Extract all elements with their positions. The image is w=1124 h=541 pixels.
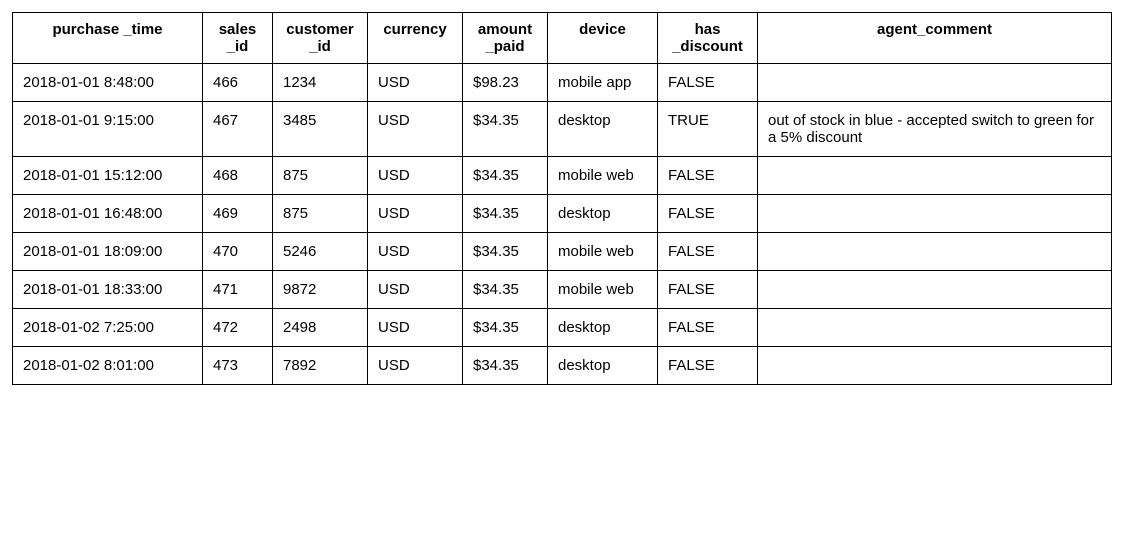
cell-purchase-time: 2018-01-01 16:48:00: [13, 195, 203, 233]
cell-purchase-time: 2018-01-02 8:01:00: [13, 347, 203, 385]
cell-sales-id: 468: [203, 157, 273, 195]
cell-currency: USD: [368, 271, 463, 309]
cell-amount-paid: $34.35: [463, 195, 548, 233]
cell-device: mobile app: [548, 64, 658, 102]
cell-amount-paid: $34.35: [463, 347, 548, 385]
cell-amount-paid: $34.35: [463, 102, 548, 157]
cell-agent-comment: [758, 347, 1112, 385]
cell-sales-id: 473: [203, 347, 273, 385]
cell-sales-id: 472: [203, 309, 273, 347]
table-row: 2018-01-01 15:12:00468875USD$34.35mobile…: [13, 157, 1112, 195]
table-row: 2018-01-02 8:01:004737892USD$34.35deskto…: [13, 347, 1112, 385]
cell-amount-paid: $98.23: [463, 64, 548, 102]
header-has-discount: has _discount: [658, 13, 758, 64]
cell-device: mobile web: [548, 233, 658, 271]
cell-currency: USD: [368, 309, 463, 347]
cell-amount-paid: $34.35: [463, 271, 548, 309]
cell-customer-id: 3485: [273, 102, 368, 157]
header-device: device: [548, 13, 658, 64]
cell-purchase-time: 2018-01-01 8:48:00: [13, 64, 203, 102]
table-row: 2018-01-01 18:09:004705246USD$34.35mobil…: [13, 233, 1112, 271]
cell-currency: USD: [368, 195, 463, 233]
table-row: 2018-01-01 8:48:004661234USD$98.23mobile…: [13, 64, 1112, 102]
table-row: 2018-01-01 16:48:00469875USD$34.35deskto…: [13, 195, 1112, 233]
cell-customer-id: 875: [273, 157, 368, 195]
cell-has-discount: FALSE: [658, 309, 758, 347]
cell-currency: USD: [368, 102, 463, 157]
cell-currency: USD: [368, 64, 463, 102]
cell-agent-comment: [758, 309, 1112, 347]
cell-device: mobile web: [548, 271, 658, 309]
cell-has-discount: FALSE: [658, 271, 758, 309]
cell-currency: USD: [368, 233, 463, 271]
cell-amount-paid: $34.35: [463, 233, 548, 271]
header-sales-id: sales _id: [203, 13, 273, 64]
cell-customer-id: 1234: [273, 64, 368, 102]
header-customer-id: customer _id: [273, 13, 368, 64]
header-agent-comment: agent_comment: [758, 13, 1112, 64]
cell-customer-id: 7892: [273, 347, 368, 385]
cell-sales-id: 471: [203, 271, 273, 309]
table-row: 2018-01-01 9:15:004673485USD$34.35deskto…: [13, 102, 1112, 157]
cell-sales-id: 469: [203, 195, 273, 233]
cell-purchase-time: 2018-01-01 15:12:00: [13, 157, 203, 195]
cell-purchase-time: 2018-01-01 18:09:00: [13, 233, 203, 271]
table-row: 2018-01-01 18:33:004719872USD$34.35mobil…: [13, 271, 1112, 309]
cell-customer-id: 2498: [273, 309, 368, 347]
cell-sales-id: 467: [203, 102, 273, 157]
cell-agent-comment: [758, 195, 1112, 233]
table-header-row: purchase _time sales _id customer _id cu…: [13, 13, 1112, 64]
cell-device: desktop: [548, 309, 658, 347]
cell-purchase-time: 2018-01-01 18:33:00: [13, 271, 203, 309]
cell-agent-comment: [758, 157, 1112, 195]
cell-purchase-time: 2018-01-02 7:25:00: [13, 309, 203, 347]
header-currency: currency: [368, 13, 463, 64]
cell-has-discount: FALSE: [658, 157, 758, 195]
cell-has-discount: FALSE: [658, 233, 758, 271]
header-amount-paid: amount _paid: [463, 13, 548, 64]
cell-agent-comment: out of stock in blue - accepted switch t…: [758, 102, 1112, 157]
table-row: 2018-01-02 7:25:004722498USD$34.35deskto…: [13, 309, 1112, 347]
cell-has-discount: FALSE: [658, 347, 758, 385]
cell-agent-comment: [758, 233, 1112, 271]
cell-currency: USD: [368, 157, 463, 195]
cell-device: mobile web: [548, 157, 658, 195]
cell-purchase-time: 2018-01-01 9:15:00: [13, 102, 203, 157]
cell-has-discount: FALSE: [658, 64, 758, 102]
cell-customer-id: 875: [273, 195, 368, 233]
header-purchase-time: purchase _time: [13, 13, 203, 64]
cell-has-discount: TRUE: [658, 102, 758, 157]
table-body: 2018-01-01 8:48:004661234USD$98.23mobile…: [13, 64, 1112, 385]
cell-sales-id: 466: [203, 64, 273, 102]
cell-device: desktop: [548, 102, 658, 157]
cell-amount-paid: $34.35: [463, 157, 548, 195]
cell-amount-paid: $34.35: [463, 309, 548, 347]
cell-agent-comment: [758, 271, 1112, 309]
cell-customer-id: 9872: [273, 271, 368, 309]
cell-has-discount: FALSE: [658, 195, 758, 233]
cell-agent-comment: [758, 64, 1112, 102]
cell-customer-id: 5246: [273, 233, 368, 271]
cell-device: desktop: [548, 347, 658, 385]
cell-device: desktop: [548, 195, 658, 233]
sales-data-table: purchase _time sales _id customer _id cu…: [12, 12, 1112, 385]
cell-currency: USD: [368, 347, 463, 385]
cell-sales-id: 470: [203, 233, 273, 271]
